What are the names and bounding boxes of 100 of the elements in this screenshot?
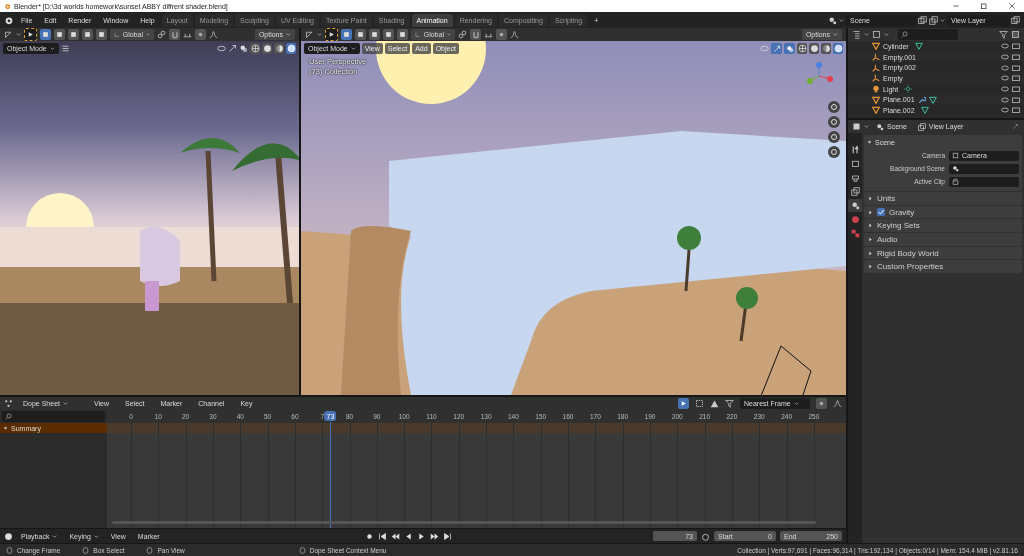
- box-select-icon[interactable]: [695, 399, 704, 408]
- jump-start-icon[interactable]: [377, 531, 387, 541]
- menu-icon[interactable]: [60, 44, 70, 53]
- playhead-line[interactable]: [330, 422, 332, 528]
- image-stack-icon[interactable]: [929, 15, 938, 25]
- collapsed-triangle-icon[interactable]: [868, 195, 873, 201]
- search-field[interactable]: [2, 411, 105, 422]
- camera-back-icon: [850, 159, 860, 168]
- object-field[interactable]: [949, 176, 1019, 187]
- select-mode-button[interactable]: [54, 29, 65, 40]
- magnet-button[interactable]: [169, 29, 180, 40]
- pin-icon[interactable]: [1011, 122, 1020, 131]
- caret-icon: [839, 17, 844, 23]
- link-icon[interactable]: [458, 30, 467, 39]
- select-mode-button[interactable]: [96, 29, 107, 40]
- caret-icon: [350, 46, 356, 51]
- overlay-button[interactable]: [784, 43, 795, 54]
- shading-mode-button[interactable]: [274, 43, 284, 54]
- falloff-curve-icon[interactable]: [833, 399, 842, 408]
- select-mode-button[interactable]: [369, 29, 380, 40]
- outliner-display-icon[interactable]: [852, 30, 861, 39]
- play-reverse-icon[interactable]: [403, 531, 413, 541]
- select-mode-button[interactable]: [341, 29, 352, 40]
- subpanel-header[interactable]: Keying Sets: [864, 219, 1022, 233]
- collapsed-triangle-icon[interactable]: [868, 264, 873, 270]
- caret-icon: [864, 124, 869, 129]
- object-field[interactable]: [949, 163, 1019, 174]
- restore-icon[interactable]: [980, 2, 988, 10]
- sun-icon: [904, 85, 913, 94]
- next-keyframe-icon[interactable]: [429, 531, 439, 541]
- cursor-icon: [680, 400, 687, 407]
- select-tool-button[interactable]: [24, 28, 37, 41]
- subpanel-header[interactable]: Gravity: [864, 205, 1022, 219]
- prev-keyframe-icon[interactable]: [390, 531, 400, 541]
- gizmo-button[interactable]: [771, 43, 782, 54]
- expanded-triangle-icon[interactable]: [3, 425, 8, 431]
- caret-icon: [52, 533, 58, 539]
- collapsed-triangle-icon[interactable]: [868, 223, 873, 229]
- select-mode-button[interactable]: [355, 29, 366, 40]
- properties-tab[interactable]: [848, 185, 862, 198]
- dot-circle-icon: [818, 400, 825, 407]
- shading-mode-button[interactable]: [809, 43, 819, 54]
- select-mode-button[interactable]: [397, 29, 408, 40]
- image-stack-icon: [850, 187, 860, 196]
- proportional-button[interactable]: [816, 398, 827, 409]
- filter-view-icon[interactable]: [872, 30, 881, 39]
- magnet-button[interactable]: [470, 29, 481, 40]
- shading-mode-button[interactable]: [262, 43, 272, 54]
- subpanel-header[interactable]: Rigid Body World: [864, 246, 1022, 260]
- caret-icon: [16, 32, 21, 37]
- expanded-triangle-icon[interactable]: [867, 140, 872, 145]
- pivot-icon[interactable]: [4, 30, 13, 39]
- rendered-sphere-icon: [286, 44, 296, 53]
- eye-icon[interactable]: [217, 44, 226, 53]
- collapsed-triangle-icon[interactable]: [868, 209, 873, 215]
- record-icon[interactable]: [364, 531, 374, 541]
- play-icon[interactable]: [416, 531, 426, 541]
- pivot-icon[interactable]: [305, 30, 314, 39]
- wrench-icon: [917, 95, 926, 104]
- bulb-icon: [872, 85, 880, 94]
- select-mode-button[interactable]: [68, 29, 79, 40]
- properties-icon[interactable]: [852, 122, 861, 131]
- gizmo-icon[interactable]: [228, 44, 237, 53]
- subpanel-header[interactable]: Custom Properties: [864, 260, 1022, 274]
- shading-mode-button[interactable]: [797, 43, 807, 54]
- filter-icon[interactable]: [725, 399, 734, 408]
- shading-mode-button[interactable]: [821, 43, 831, 54]
- search-field[interactable]: [898, 29, 958, 40]
- proportional-button[interactable]: [195, 29, 206, 40]
- link-icon[interactable]: [157, 30, 166, 39]
- falloff-curve-icon[interactable]: [510, 30, 519, 39]
- proportional-button[interactable]: [496, 29, 507, 40]
- falloff-curve-icon[interactable]: [209, 30, 218, 39]
- filter-icon[interactable]: [999, 30, 1008, 39]
- close-icon[interactable]: [1008, 2, 1016, 10]
- collapsed-triangle-icon[interactable]: [868, 250, 873, 256]
- select-mode-button[interactable]: [40, 29, 51, 40]
- subpanel-header[interactable]: Audio: [864, 233, 1022, 246]
- select-tool-button[interactable]: [325, 28, 338, 41]
- scene-icon: [876, 122, 884, 131]
- copy-icon[interactable]: [918, 15, 927, 25]
- mountain-icon[interactable]: [710, 399, 719, 408]
- caret-icon: [940, 17, 945, 23]
- subpanel-header[interactable]: Units: [864, 192, 1022, 205]
- new-collection-icon[interactable]: [1011, 30, 1020, 39]
- overlay-icon[interactable]: [239, 44, 248, 53]
- dope-sheet-icon[interactable]: [4, 399, 13, 408]
- copy-icon[interactable]: [1011, 15, 1020, 25]
- shading-mode-button[interactable]: [250, 43, 260, 54]
- properties-tab[interactable]: [848, 199, 862, 212]
- cursor-icon: [328, 31, 335, 38]
- magnet-icon: [170, 30, 179, 39]
- checkbox[interactable]: [877, 208, 885, 217]
- scene-icon[interactable]: [828, 15, 837, 25]
- collapsed-triangle-icon[interactable]: [868, 236, 873, 242]
- overlay-icon: [785, 44, 794, 53]
- select-button[interactable]: [678, 398, 689, 409]
- select-mode-button[interactable]: [82, 29, 93, 40]
- jump-end-icon[interactable]: [442, 531, 452, 541]
- select-mode-button[interactable]: [383, 29, 394, 40]
